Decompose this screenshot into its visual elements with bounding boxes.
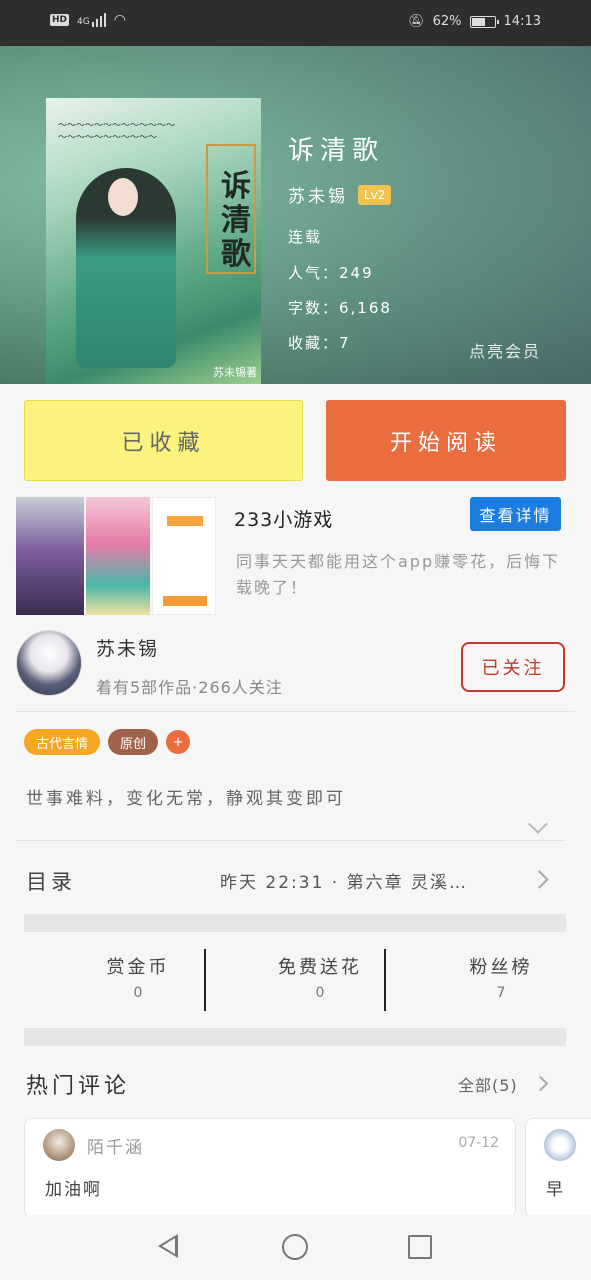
- book-intro: 世事难料，变化无常，静观其变即可: [26, 789, 346, 809]
- tag-list: 古代言情 原创 +: [24, 729, 191, 755]
- ad-image-screen: [152, 497, 216, 615]
- cover-signature: 苏未锡著: [213, 366, 257, 379]
- clock: 14:13: [503, 14, 541, 29]
- stat-divider: [204, 949, 206, 1011]
- hot-comments-heading: 热门评论: [26, 1074, 131, 1099]
- stat-divider: [384, 949, 386, 1011]
- book-word-count: 字数：6,168: [288, 299, 392, 317]
- commenter-name: 陌千涵: [87, 1138, 144, 1158]
- comment-text: 加油啊: [45, 1180, 102, 1200]
- catalog-row[interactable]: 目录 昨天 22:31 · 第六章 灵溪…: [0, 842, 591, 914]
- book-popularity: 人气：249: [288, 264, 374, 282]
- stat-fans-label: 粉丝榜: [469, 957, 533, 978]
- section-separator: [24, 1028, 566, 1046]
- stat-flowers-value: 0: [315, 985, 325, 1001]
- stat-flowers[interactable]: 免费送花 0: [235, 953, 405, 1001]
- stat-fans-value: 7: [496, 985, 506, 1001]
- comment-card[interactable]: 陌千涵 07-12 加油啊: [24, 1118, 516, 1218]
- book-cover[interactable]: ～～～～～～～～～～～～～ ～～～～～～～～～～～ 诉清歌 苏未锡著: [46, 98, 261, 384]
- book-status: 连载: [288, 228, 323, 246]
- signal-icon: 4G: [77, 13, 106, 27]
- stat-coins[interactable]: 赏金币 0: [53, 953, 223, 1001]
- stat-fans[interactable]: 粉丝榜 7: [416, 953, 586, 1001]
- collected-button[interactable]: 已收藏: [24, 400, 303, 481]
- divider: [16, 840, 565, 841]
- commenter-avatar[interactable]: [43, 1129, 75, 1161]
- catalog-label: 目录: [26, 870, 76, 894]
- comment-date: 07-12: [458, 1135, 499, 1151]
- view-detail-button[interactable]: 查看详情: [470, 497, 561, 531]
- comment-text: 早: [546, 1180, 565, 1200]
- back-icon[interactable]: [158, 1234, 178, 1258]
- cover-art-text: ～～～～～～～～～～～～～ ～～～～～～～～～～～: [58, 121, 176, 143]
- latest-chapter: 昨天 22:31 · 第六章 灵溪…: [220, 873, 469, 893]
- ad-image-phone: [16, 497, 84, 615]
- follow-button[interactable]: 已关注: [461, 642, 565, 692]
- support-stats: 赏金币 0 免费送花 0 粉丝榜 7: [0, 945, 591, 1015]
- comment-card[interactable]: 早: [525, 1118, 591, 1218]
- start-reading-button[interactable]: 开始阅读: [326, 400, 566, 481]
- author-level-badge: Lv2: [358, 184, 392, 205]
- book-favorites: 收藏：7: [288, 334, 351, 352]
- wifi-icon: ◠: [113, 12, 126, 28]
- divider: [16, 711, 575, 712]
- commenter-avatar[interactable]: [544, 1129, 576, 1161]
- ad-description: 同事天天都能用这个app赚零花，后悔下载晚了！: [236, 552, 561, 597]
- chevron-right-icon: [530, 870, 549, 889]
- author-card[interactable]: 苏未锡 着有5部作品·266人关注 已关注: [0, 630, 591, 710]
- cover-title: 诉清歌: [221, 169, 251, 272]
- chevron-right-icon[interactable]: [532, 1075, 549, 1092]
- add-tag-button[interactable]: +: [166, 730, 191, 754]
- ad-banner[interactable]: 233小游戏 查看详情 同事天天都能用这个app赚零花，后悔下载晚了！: [16, 497, 576, 615]
- ad-title: 233小游戏: [234, 509, 334, 531]
- recent-apps-icon[interactable]: [408, 1235, 432, 1259]
- vip-link[interactable]: 点亮会员: [469, 338, 541, 362]
- system-nav-bar: [0, 1215, 591, 1280]
- expand-chevron-icon[interactable]: [528, 814, 548, 834]
- stat-flowers-label: 免费送花: [278, 957, 362, 978]
- ad-image-game: [86, 497, 150, 615]
- battery-icon: [469, 15, 499, 28]
- status-bar: HD 4G ◠ 🔕︎ 62% 14:13: [0, 0, 591, 46]
- tag-ancient-romance[interactable]: 古代言情: [24, 729, 101, 755]
- stat-coins-value: 0: [133, 985, 143, 1001]
- mute-icon: 🔕︎: [408, 14, 425, 29]
- all-comments-link[interactable]: 全部(5): [458, 1072, 518, 1096]
- ad-thumbnail: [16, 497, 216, 615]
- book-author[interactable]: 苏未锡: [288, 182, 348, 207]
- hd-icon: HD: [50, 14, 70, 26]
- book-title: 诉清歌: [288, 136, 385, 166]
- book-detail-page: HD 4G ◠ 🔕︎ 62% 14:13 ～～～～～～～～～～～～～ ～～～～～～…: [0, 0, 591, 1280]
- author-avatar[interactable]: [16, 630, 82, 696]
- home-icon[interactable]: [282, 1234, 308, 1260]
- stat-coins-label: 赏金币: [106, 957, 170, 978]
- battery-fill: [471, 17, 486, 26]
- tag-original[interactable]: 原创: [108, 729, 159, 755]
- battery-percent: 62%: [432, 14, 462, 29]
- network-type-label: 4G: [77, 17, 90, 27]
- section-separator: [24, 914, 566, 932]
- cover-face: [108, 178, 138, 216]
- author-name: 苏未锡: [96, 638, 160, 660]
- author-stats: 着有5部作品·266人关注: [96, 678, 283, 697]
